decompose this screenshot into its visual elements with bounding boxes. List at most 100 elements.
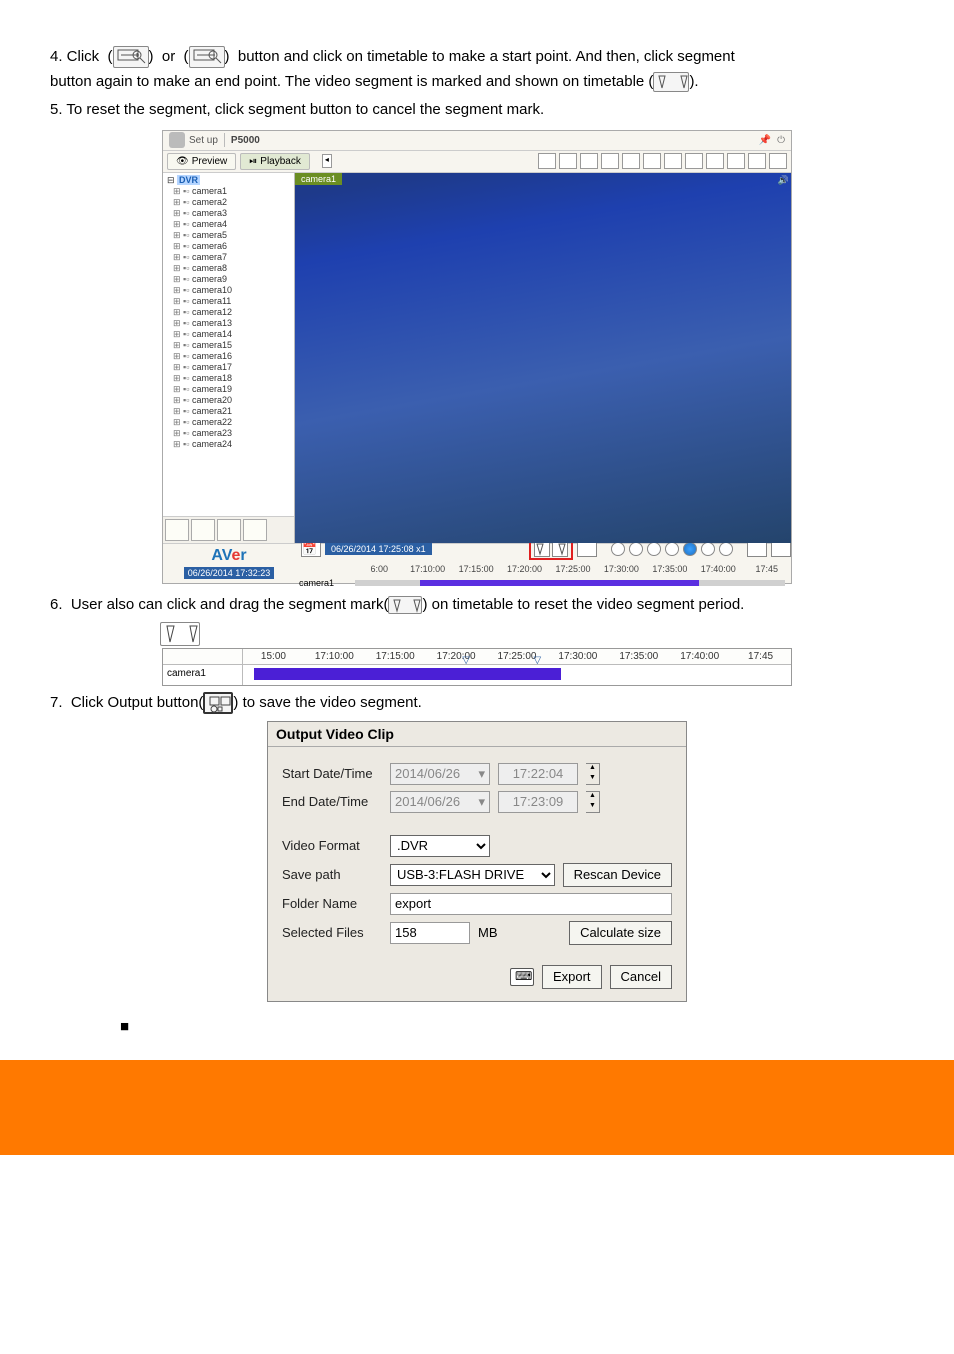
layout-grid-icon[interactable] <box>664 153 682 169</box>
app-titlebar: Set up P5000 📌 ⏻ <box>163 131 791 151</box>
tree-camera-item[interactable]: ⊞ ▪▫ camera23 <box>173 428 290 439</box>
next-frame-icon[interactable] <box>701 542 715 556</box>
play-icon[interactable] <box>683 542 697 556</box>
layout-9-icon[interactable] <box>580 153 598 169</box>
print-icon[interactable] <box>748 153 766 169</box>
tree-camera-item[interactable]: ⊞ ▪▫ camera8 <box>173 263 290 274</box>
bullet-marker: ■ <box>120 1018 904 1035</box>
segment-marker-large-icon <box>160 622 200 646</box>
folder-icon[interactable] <box>706 153 724 169</box>
tree-camera-item[interactable]: ⊞ ▪▫ camera16 <box>173 351 290 362</box>
snapshot-search-icon[interactable] <box>217 519 241 541</box>
segment-end-mark[interactable]: ▽ <box>533 655 541 666</box>
snapshot-tool-icon[interactable] <box>191 519 215 541</box>
tree-camera-item[interactable]: ⊞ ▪▫ camera19 <box>173 384 290 395</box>
playback-tab[interactable]: ⏯Playback <box>240 153 310 170</box>
layout-tall-icon[interactable] <box>643 153 661 169</box>
collapse-icon[interactable]: ◂ <box>322 154 332 168</box>
segment-marker-icon <box>653 72 689 92</box>
segment-timeline-strip: 15:00 17:10:00 17:15:00 17:20:00 17:25:0… <box>162 648 792 686</box>
chevron-down-icon: ▾ <box>478 766 485 782</box>
save-path-select[interactable]: USB-3:FLASH DRIVE <box>390 864 555 886</box>
output-button-icon <box>203 692 233 714</box>
tree-camera-item[interactable]: ⊞ ▪▫ camera12 <box>173 307 290 318</box>
selected-files-label: Selected Files <box>282 925 382 940</box>
tree-camera-item[interactable]: ⊞ ▪▫ camera24 <box>173 439 290 450</box>
tree-camera-item[interactable]: ⊞ ▪▫ camera22 <box>173 417 290 428</box>
volume-icon[interactable]: 🔊 <box>778 175 789 186</box>
chevron-down-icon: ▾ <box>478 794 485 810</box>
tree-camera-item[interactable]: ⊞ ▪▫ camera9 <box>173 274 290 285</box>
step-5-text: 5. To reset the segment, click segment b… <box>50 99 904 122</box>
tree-camera-item[interactable]: ⊞ ▪▫ camera21 <box>173 406 290 417</box>
end-time-spinner[interactable]: ▲▼ <box>586 791 600 813</box>
dialog-title: Output Video Clip <box>268 722 686 747</box>
tree-camera-item[interactable]: ⊞ ▪▫ camera11 <box>173 296 290 307</box>
tree-camera-item[interactable]: ⊞ ▪▫ camera1 <box>173 186 290 197</box>
tree-camera-item[interactable]: ⊞ ▪▫ camera20 <box>173 395 290 406</box>
playback-datetime-badge: 06/26/2014 17:25:08 x1 <box>325 543 432 555</box>
tree-camera-item[interactable]: ⊞ ▪▫ camera7 <box>173 252 290 263</box>
segment-start-icon[interactable] <box>534 541 550 557</box>
doc-icon[interactable] <box>769 153 787 169</box>
snapshot-export-icon[interactable] <box>165 519 189 541</box>
tree-camera-item[interactable]: ⊞ ▪▫ camera6 <box>173 241 290 252</box>
end-time-field: 17:23:09 <box>498 791 578 813</box>
fullscreen-icon[interactable] <box>685 153 703 169</box>
video-format-select[interactable]: .DVR <box>390 835 490 857</box>
video-viewer: camera1 🔊 <box>295 173 791 543</box>
window-power-icon[interactable]: ⏻ <box>777 135 785 146</box>
tree-camera-item[interactable]: ⊞ ▪▫ camera10 <box>173 285 290 296</box>
segment-bar-area[interactable]: ▽ ▽ <box>243 665 791 685</box>
output-icon[interactable] <box>577 541 597 557</box>
rewind-icon[interactable] <box>629 542 643 556</box>
snapshot-settings-icon[interactable] <box>243 519 267 541</box>
timeline-bar[interactable] <box>355 580 785 586</box>
start-date-field: 2014/06/26▾ <box>390 763 490 785</box>
layout-4-icon[interactable] <box>559 153 577 169</box>
layout-1-icon[interactable] <box>538 153 556 169</box>
layout-wide-icon[interactable] <box>622 153 640 169</box>
layout-16-icon[interactable] <box>601 153 619 169</box>
tree-root[interactable]: DVR <box>177 175 200 185</box>
folder-name-input[interactable] <box>390 893 672 915</box>
tree-camera-item[interactable]: ⊞ ▪▫ camera2 <box>173 197 290 208</box>
segment-end-icon[interactable] <box>552 541 568 557</box>
window-pin-icon[interactable]: 📌 <box>759 135 771 146</box>
timeline-camera-label: camera1 <box>295 578 355 588</box>
start-date-label: Start Date/Time <box>282 766 382 781</box>
zoom-out-timeline-icon[interactable] <box>747 541 767 557</box>
tree-camera-item[interactable]: ⊞ ▪▫ camera4 <box>173 219 290 230</box>
tree-camera-item[interactable]: ⊞ ▪▫ camera5 <box>173 230 290 241</box>
folder-name-label: Folder Name <box>282 896 382 911</box>
cancel-button[interactable]: Cancel <box>610 965 672 989</box>
selected-files-unit: MB <box>478 925 518 940</box>
start-time-field: 17:22:04 <box>498 763 578 785</box>
page-footer-band <box>0 1060 954 1155</box>
tree-camera-item[interactable]: ⊞ ▪▫ camera15 <box>173 340 290 351</box>
tree-camera-item[interactable]: ⊞ ▪▫ camera13 <box>173 318 290 329</box>
export-button[interactable]: Export <box>542 965 602 989</box>
tree-camera-item[interactable]: ⊞ ▪▫ camera18 <box>173 373 290 384</box>
tree-camera-item[interactable]: ⊞ ▪▫ camera14 <box>173 329 290 340</box>
keyboard-icon[interactable] <box>510 968 534 986</box>
zoom-in-timeline-icon[interactable] <box>771 541 791 557</box>
segment-start-mark[interactable]: ▽ <box>462 655 470 666</box>
step-7-text: 7. Click Output button( ) to save the vi… <box>50 692 904 715</box>
edit-icon[interactable] <box>727 153 745 169</box>
preview-tab[interactable]: 👁Preview <box>167 153 236 170</box>
step-6-text: 6. User also can click and drag the segm… <box>50 594 904 617</box>
camera-tree[interactable]: ⊟ DVR ⊞ ▪▫ camera1⊞ ▪▫ camera2⊞ ▪▫ camer… <box>163 173 294 516</box>
pause-icon[interactable] <box>665 542 679 556</box>
calculate-size-button[interactable]: Calculate size <box>569 921 672 945</box>
step-back-icon[interactable] <box>611 542 625 556</box>
prev-frame-icon[interactable] <box>647 542 661 556</box>
tree-camera-item[interactable]: ⊞ ▪▫ camera17 <box>173 362 290 373</box>
rescan-device-button[interactable]: Rescan Device <box>563 863 672 887</box>
tree-camera-item[interactable]: ⊞ ▪▫ camera3 <box>173 208 290 219</box>
segment-zoom-out-icon <box>189 46 225 68</box>
start-time-spinner[interactable]: ▲▼ <box>586 763 600 785</box>
fast-forward-icon[interactable] <box>719 542 733 556</box>
calendar-icon[interactable]: 📅 <box>301 541 321 557</box>
output-video-clip-dialog: Output Video Clip Start Date/Time 2014/0… <box>267 721 687 1002</box>
